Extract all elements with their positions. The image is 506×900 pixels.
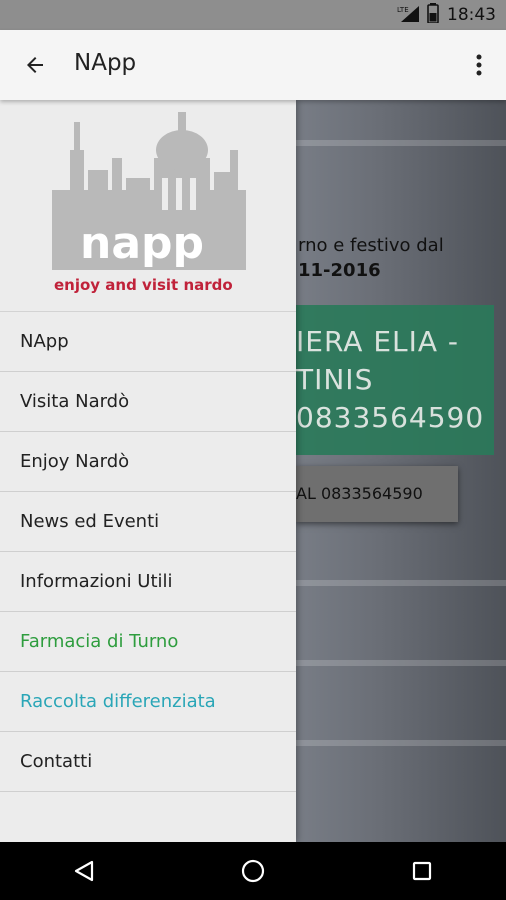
menu-item-visita-nardo[interactable]: Visita Nardò — [0, 372, 296, 432]
logo-tagline: enjoy and visit nardo — [54, 276, 233, 294]
logo-wordmark: napp — [80, 218, 204, 269]
menu-item-napp[interactable]: NApp — [0, 312, 296, 372]
duty-date-text: rno e festivo dal — [298, 235, 444, 256]
menu-item-label: Visita Nardò — [20, 391, 130, 412]
pharmacy-phone: 0833564590 — [296, 401, 485, 434]
menu-item-label: Enjoy Nardò — [20, 451, 130, 472]
status-bar: LTE 18:43 — [0, 0, 506, 30]
shelf-decor — [296, 140, 506, 146]
menu-item-news-eventi[interactable]: News ed Eventi — [0, 492, 296, 552]
menu-item-raccolta-differenziata[interactable]: Raccolta differenziata — [0, 672, 296, 732]
pharmacy-card: IERA ELIA - TINIS 0833564590 — [296, 305, 494, 455]
menu-item-enjoy-nardo[interactable]: Enjoy Nardò — [0, 432, 296, 492]
navigation-drawer: napp enjoy and visit nardo NApp Visita N… — [0, 100, 296, 842]
battery-icon — [427, 2, 439, 28]
pharmacy-name-line2: TINIS — [296, 363, 374, 396]
svg-text:LTE: LTE — [397, 6, 409, 14]
shelf-decor — [296, 740, 506, 746]
call-button[interactable]: AL 0833564590 — [296, 466, 458, 522]
menu-item-farmacia-di-turno[interactable]: Farmacia di Turno — [0, 612, 296, 672]
recents-square-icon[interactable] — [402, 851, 442, 891]
menu-item-contatti[interactable]: Contatti — [0, 732, 296, 792]
napp-logo: napp enjoy and visit nardo — [52, 112, 246, 294]
status-time: 18:43 — [447, 5, 496, 25]
lte-signal-icon: LTE — [397, 4, 419, 27]
app-title: NApp — [74, 50, 137, 76]
drawer-header: napp enjoy and visit nardo — [0, 100, 296, 312]
menu-item-label: NApp — [20, 331, 69, 352]
menu-item-label: News ed Eventi — [20, 511, 160, 532]
back-triangle-icon[interactable] — [64, 851, 104, 891]
menu-item-label: Contatti — [20, 751, 93, 772]
system-nav-bar — [0, 842, 506, 900]
back-arrow-icon[interactable] — [18, 48, 52, 82]
app-bar: NApp — [0, 30, 506, 100]
drawer-menu: NApp Visita Nardò Enjoy Nardò News ed Ev… — [0, 312, 296, 792]
duty-date-range: 11-2016 — [298, 260, 381, 281]
shelf-decor — [296, 660, 506, 666]
menu-item-informazioni-utili[interactable]: Informazioni Utili — [0, 552, 296, 612]
shelf-decor — [296, 580, 506, 586]
menu-item-label: Raccolta differenziata — [20, 691, 216, 712]
menu-item-label: Informazioni Utili — [20, 571, 173, 592]
home-circle-icon[interactable] — [233, 851, 273, 891]
call-button-label: AL 0833564590 — [296, 484, 423, 503]
pharmacy-name-line1: IERA ELIA - — [296, 325, 460, 358]
overflow-menu-icon[interactable] — [464, 48, 494, 82]
menu-item-label: Farmacia di Turno — [20, 631, 179, 652]
